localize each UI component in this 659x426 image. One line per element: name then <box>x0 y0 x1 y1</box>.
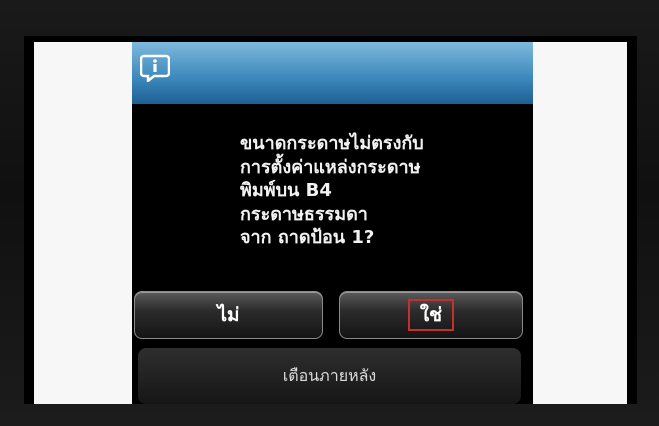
dialog-header <box>132 42 533 104</box>
message-line: ขนาดกระดาษไม่ตรงกับ <box>240 133 424 154</box>
message-line: จาก ถาดป้อน 1? <box>240 227 375 248</box>
right-panel <box>533 42 627 404</box>
yes-button-label: ใช่ <box>407 299 455 331</box>
message-line: พิมพ์บน B4 <box>240 180 332 201</box>
dialog-message: ขนาดกระดาษไม่ตรงกับ การตั้งค่าแหล่งกระดา… <box>240 132 520 250</box>
no-button-label: ไม่ <box>217 304 240 326</box>
remind-later-label: เตือนภายหลัง <box>282 365 377 385</box>
message-line: กระดาษธรรมดา <box>240 203 368 225</box>
no-button[interactable]: ไม่ <box>134 291 323 339</box>
message-line: การตั้งค่าแหล่งกระดาษ <box>240 156 421 178</box>
info-icon <box>139 54 171 84</box>
printer-screen: ขนาดกระดาษไม่ตรงกับ การตั้งค่าแหล่งกระดา… <box>24 36 637 404</box>
left-panel <box>34 42 132 404</box>
paper-mismatch-dialog: ขนาดกระดาษไม่ตรงกับ การตั้งค่าแหล่งกระดา… <box>132 42 533 404</box>
yes-button[interactable]: ใช่ <box>339 291 523 339</box>
remind-later-button[interactable]: เตือนภายหลัง <box>138 348 521 404</box>
